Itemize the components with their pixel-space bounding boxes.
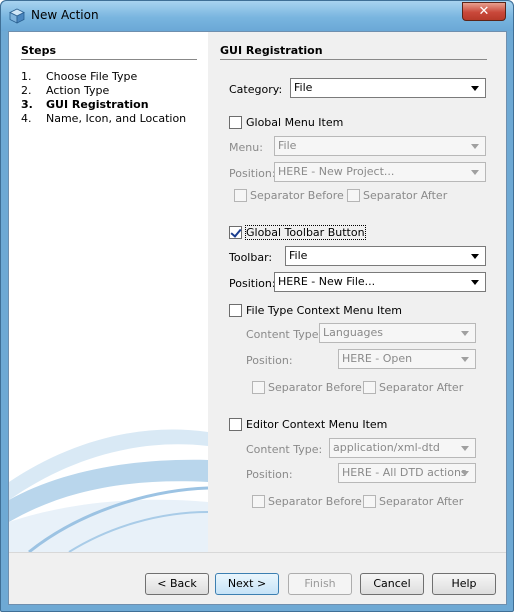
next-button[interactable]: Next > bbox=[215, 573, 279, 595]
global-menu-item-label: Global Menu Item bbox=[246, 116, 344, 129]
dropdown-arrow-icon bbox=[461, 357, 469, 362]
file-type-content-type-value: Languages bbox=[323, 326, 384, 339]
editor-context-menu-item-label: Editor Context Menu Item bbox=[246, 418, 388, 431]
steps-heading: Steps bbox=[21, 44, 57, 57]
step-item: 4. Name, Icon, and Location bbox=[21, 112, 186, 125]
category-label: Category: bbox=[229, 83, 283, 96]
help-button[interactable]: Help bbox=[432, 573, 496, 595]
global-toolbar-button-checkbox[interactable] bbox=[229, 226, 242, 239]
editor-separator-before-label: Separator Before bbox=[268, 495, 362, 508]
file-type-position-combobox[interactable]: HERE - Open bbox=[338, 349, 476, 369]
decorative-swoosh-graphic bbox=[9, 429, 208, 552]
editor-context-menu-item-checkbox[interactable] bbox=[229, 418, 242, 431]
button-bar: < Back Next > Finish Cancel Help bbox=[9, 552, 506, 604]
file-type-separator-before-label: Separator Before bbox=[268, 381, 362, 394]
toolbar-position-combobox[interactable]: HERE - New File... bbox=[274, 272, 486, 292]
dropdown-arrow-icon bbox=[471, 86, 479, 91]
menu-position-value: HERE - New Project... bbox=[278, 165, 395, 178]
step-number: 1. bbox=[21, 70, 32, 83]
editor-separator-after-checkbox[interactable] bbox=[363, 495, 376, 508]
toolbar-value: File bbox=[289, 249, 308, 262]
editor-separator-before-checkbox[interactable] bbox=[252, 495, 265, 508]
menu-label: Menu: bbox=[229, 141, 263, 154]
menu-combobox[interactable]: File bbox=[274, 136, 486, 156]
step-label: Name, Icon, and Location bbox=[46, 112, 187, 125]
step-item-current: 3. GUI Registration bbox=[21, 98, 149, 111]
window-title: New Action bbox=[31, 8, 99, 22]
file-type-content-type-label: Content Type: bbox=[246, 328, 323, 341]
file-type-context-menu-item-checkbox[interactable] bbox=[229, 304, 242, 317]
cancel-button[interactable]: Cancel bbox=[360, 573, 424, 595]
close-icon: ✕ bbox=[478, 4, 490, 19]
editor-content-type-combobox[interactable]: application/xml-dtd bbox=[329, 438, 476, 458]
file-type-position-value: HERE - Open bbox=[342, 352, 413, 365]
menu-separator-before-label: Separator Before bbox=[250, 189, 344, 202]
file-type-separator-after-checkbox[interactable] bbox=[363, 381, 376, 394]
step-number: 4. bbox=[21, 112, 32, 125]
menu-position-label: Position: bbox=[229, 167, 276, 180]
editor-content-type-value: application/xml-dtd bbox=[333, 441, 440, 454]
section-heading: GUI Registration bbox=[220, 44, 323, 57]
category-combobox[interactable]: File bbox=[290, 78, 486, 98]
title-bar[interactable]: New Action ✕ bbox=[1, 1, 513, 31]
editor-content-type-label: Content Type: bbox=[246, 443, 323, 456]
editor-position-value: HERE - All DTD actions bbox=[342, 466, 467, 479]
dialog-content: Steps 1. Choose File Type 2. Action Type 3… bbox=[8, 31, 507, 605]
steps-divider bbox=[21, 59, 197, 60]
menu-value: File bbox=[278, 139, 297, 152]
menu-separator-after-label: Separator After bbox=[363, 189, 448, 202]
gui-registration-panel: GUI Registration Category: File Global M… bbox=[208, 32, 508, 552]
dropdown-arrow-icon bbox=[471, 144, 479, 149]
dropdown-arrow-icon bbox=[461, 446, 469, 451]
file-type-context-menu-item-label: File Type Context Menu Item bbox=[246, 304, 402, 317]
steps-panel: Steps 1. Choose File Type 2. Action Type 3… bbox=[9, 32, 208, 552]
toolbar-position-label: Position: bbox=[229, 277, 276, 290]
step-item: 1. Choose File Type bbox=[21, 70, 137, 83]
section-divider bbox=[220, 59, 487, 60]
dropdown-arrow-icon bbox=[461, 471, 469, 476]
step-label: Choose File Type bbox=[46, 70, 138, 83]
global-toolbar-button-label: Global Toolbar Button bbox=[245, 225, 366, 240]
menu-separator-after-checkbox[interactable] bbox=[347, 189, 360, 202]
editor-separator-after-label: Separator After bbox=[379, 495, 464, 508]
step-label: Action Type bbox=[46, 84, 110, 97]
dialog-window: New Action ✕ Steps 1. Choose File Type 2.… bbox=[0, 0, 514, 612]
file-type-separator-after-label: Separator After bbox=[379, 381, 464, 394]
file-type-position-label: Position: bbox=[246, 354, 293, 367]
dropdown-arrow-icon bbox=[461, 331, 469, 336]
file-type-separator-before-checkbox[interactable] bbox=[252, 381, 265, 394]
editor-position-combobox[interactable]: HERE - All DTD actions bbox=[338, 463, 476, 483]
toolbar-combobox[interactable]: File bbox=[285, 246, 486, 266]
dropdown-arrow-icon bbox=[471, 254, 479, 259]
step-number: 3. bbox=[21, 98, 33, 111]
menu-position-combobox[interactable]: HERE - New Project... bbox=[274, 162, 486, 182]
global-menu-item-checkbox[interactable] bbox=[229, 116, 242, 129]
finish-button[interactable]: Finish bbox=[288, 573, 352, 595]
back-button[interactable]: < Back bbox=[145, 573, 209, 595]
netbeans-cube-icon bbox=[9, 8, 25, 24]
toolbar-label: Toolbar: bbox=[229, 251, 273, 264]
toolbar-position-value: HERE - New File... bbox=[278, 275, 376, 288]
close-button[interactable]: ✕ bbox=[462, 2, 506, 21]
file-type-content-type-combobox[interactable]: Languages bbox=[319, 323, 476, 343]
step-item: 2. Action Type bbox=[21, 84, 109, 97]
dropdown-arrow-icon bbox=[471, 170, 479, 175]
editor-position-label: Position: bbox=[246, 468, 293, 481]
dropdown-arrow-icon bbox=[471, 280, 479, 285]
category-value: File bbox=[294, 81, 313, 94]
step-label: GUI Registration bbox=[46, 98, 149, 111]
step-number: 2. bbox=[21, 84, 32, 97]
menu-separator-before-checkbox[interactable] bbox=[234, 189, 247, 202]
